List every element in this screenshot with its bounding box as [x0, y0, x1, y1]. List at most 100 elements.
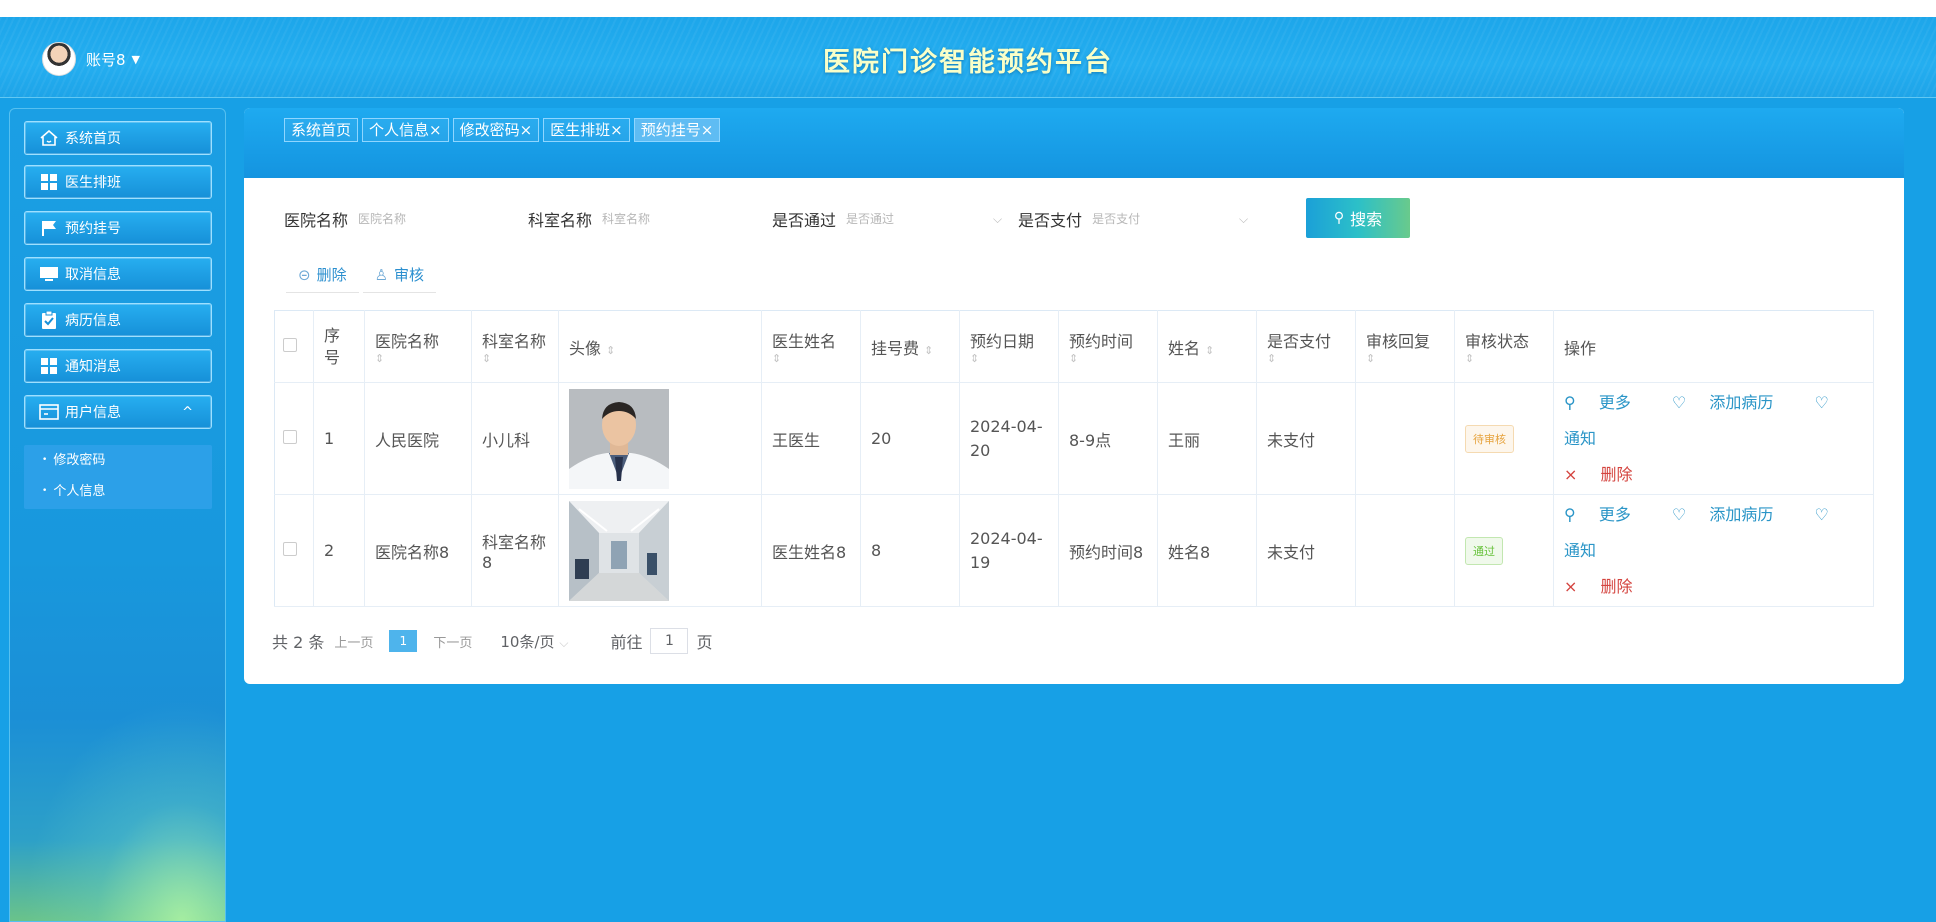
col-doctor-label: 医生姓名	[772, 332, 837, 351]
sidebar-item-label: 医生排班	[65, 175, 121, 191]
col-date-label: 预约日期	[970, 332, 1035, 351]
prev-page-button[interactable]: 上一页	[334, 632, 373, 651]
sort-icon[interactable]: ⇕	[375, 352, 461, 365]
tab-home[interactable]: 系统首页	[284, 118, 359, 142]
goto-label: 前往	[610, 633, 643, 652]
sort-icon[interactable]: ⇕	[1366, 352, 1444, 365]
col-paid[interactable]: 是否支付 ⇕	[1256, 310, 1356, 383]
select-all-cell[interactable]	[274, 310, 314, 383]
sort-icon[interactable]: ⇕	[1267, 352, 1345, 365]
chevron-up-icon[interactable]: ^	[182, 405, 193, 420]
pager-total: 共 2 条	[272, 633, 325, 652]
tab-schedule[interactable]: 医生排班×	[543, 118, 630, 142]
add-case-link[interactable]: ♡ 添加病历	[1672, 393, 1791, 412]
col-time-label: 预约时间	[1069, 332, 1134, 351]
sort-icon[interactable]: ⇕	[606, 344, 615, 357]
tab-profile[interactable]: 个人信息×	[362, 118, 449, 142]
col-fee[interactable]: 挂号费 ⇕	[860, 310, 960, 383]
dept-input[interactable]: 科室名称	[602, 202, 762, 236]
row-checkbox[interactable]	[283, 542, 297, 556]
sidebar-item-home[interactable]: 系统首页	[24, 121, 212, 155]
col-date[interactable]: 预约日期 ⇕	[959, 310, 1059, 383]
sort-icon[interactable]: ⇕	[1069, 352, 1147, 365]
table-row: 2 医院名称8 科室名称8 医生姓名8 8 2024-04-19 预约时间8 姓…	[274, 494, 1874, 607]
hospital-input[interactable]: 医院名称	[358, 202, 518, 236]
col-fee-label: 挂号费	[871, 338, 920, 358]
sort-icon[interactable]: ⇕	[1465, 352, 1543, 365]
row-name: 姓名8	[1157, 494, 1257, 607]
add-case-label: 添加病历	[1709, 392, 1774, 412]
notice-label: 通知	[1564, 540, 1597, 560]
col-hospital[interactable]: 医院名称 ⇕	[364, 310, 472, 383]
row-select-cell[interactable]	[274, 494, 314, 607]
sort-icon[interactable]: ⇕	[772, 352, 850, 365]
tab-booking[interactable]: 预约挂号×	[633, 118, 721, 142]
app-header: 账号8 ▼ 医院门诊智能预约平台	[0, 17, 1936, 98]
status-badge: 待审核	[1465, 424, 1514, 453]
col-status[interactable]: 审核状态 ⇕	[1454, 310, 1554, 383]
delete-label: 删除	[1600, 464, 1633, 484]
goto-input[interactable]: 1	[650, 628, 689, 654]
sidebar-item-label: 通知消息	[65, 359, 121, 375]
hospital-label: 医院名称	[284, 211, 349, 230]
heart-icon: ♡	[1814, 504, 1829, 524]
col-dept[interactable]: 科室名称 ⇕	[471, 310, 559, 383]
sort-icon[interactable]: ⇕	[970, 352, 1048, 365]
row-date: 2024-04-20	[959, 382, 1059, 495]
col-photo-label: 头像	[569, 338, 602, 358]
sidebar-item-notices[interactable]: 通知消息	[24, 349, 212, 383]
submenu-item-profile[interactable]: 个人信息	[24, 476, 212, 507]
delete-button[interactable]: ⊝ 删除	[286, 258, 359, 293]
row-paid: 未支付	[1256, 494, 1356, 607]
add-case-link[interactable]: ♡ 添加病历	[1672, 505, 1791, 524]
sort-icon[interactable]: ⇕	[482, 352, 548, 365]
col-doctor[interactable]: 医生姓名 ⇕	[761, 310, 861, 383]
row-ops: ⚲ 更多 ♡ 添加病历 ♡ 通知 × 删除	[1553, 494, 1874, 607]
row-select-cell[interactable]	[274, 382, 314, 495]
col-reply[interactable]: 审核回复 ⇕	[1355, 310, 1455, 383]
page-number-button[interactable]: 1	[389, 630, 418, 652]
sort-icon[interactable]: ⇕	[1205, 344, 1214, 357]
row-checkbox[interactable]	[283, 430, 297, 444]
audit-button[interactable]: ♙ 审核	[362, 258, 437, 293]
col-time[interactable]: 预约时间 ⇕	[1058, 310, 1158, 383]
search-icon: ⚲	[1333, 210, 1345, 226]
select-all-checkbox[interactable]	[283, 338, 297, 352]
row-name: 王丽	[1157, 382, 1257, 495]
next-page-button[interactable]: 下一页	[433, 632, 472, 651]
sidebar-item-schedule[interactable]: 医生排班	[24, 165, 212, 199]
heart-icon: ♡	[1671, 392, 1692, 412]
tab-change-password[interactable]: 修改密码×	[452, 118, 540, 142]
delete-link[interactable]: × 删除	[1564, 465, 1651, 484]
submenu-item-change-password[interactable]: 修改密码	[24, 445, 212, 476]
passed-select[interactable]: 是否通过	[846, 202, 1006, 236]
tab-bar: 系统首页 个人信息× 修改密码× 医生排班× 预约挂号×	[244, 108, 1904, 178]
paid-select[interactable]: 是否支付	[1092, 202, 1252, 236]
col-name[interactable]: 姓名 ⇕	[1157, 310, 1257, 383]
col-photo[interactable]: 头像 ⇕	[558, 310, 762, 383]
page-unit-label: 页	[696, 633, 713, 652]
sort-icon[interactable]: ⇕	[924, 344, 933, 357]
more-link[interactable]: ⚲ 更多	[1564, 505, 1649, 524]
sidebar-item-label: 系统首页	[65, 131, 121, 147]
sidebar-item-cancel[interactable]: 取消信息	[24, 257, 212, 291]
sidebar: 系统首页 医生排班 预约挂号 取消信息 病历信息 通知消息 用户信息 ^ 修改密…	[9, 108, 226, 922]
row-dept: 科室名称8	[471, 494, 559, 607]
more-link[interactable]: ⚲ 更多	[1564, 393, 1649, 412]
chevron-down-icon: ⌵	[559, 635, 569, 650]
sidebar-item-booking[interactable]: 预约挂号	[24, 211, 212, 245]
sidebar-item-user-info[interactable]: 用户信息 ^	[24, 395, 212, 429]
page-size-select[interactable]: 10条/页 ⌵	[500, 631, 568, 652]
user-icon: ♙	[374, 266, 389, 284]
col-hospital-label: 医院名称	[375, 332, 440, 351]
search-button[interactable]: ⚲ 搜索	[1306, 198, 1410, 238]
delete-link[interactable]: × 删除	[1564, 577, 1651, 596]
search-icon: ⚲	[1564, 504, 1581, 524]
col-ops: 操作	[1553, 310, 1874, 383]
monitor-icon	[39, 265, 59, 283]
row-date-label: 2024-04-20	[970, 416, 1043, 460]
col-reply-label: 审核回复	[1366, 332, 1431, 351]
col-index: 序号	[313, 310, 365, 383]
col-name-label: 姓名	[1168, 338, 1201, 358]
sidebar-item-records[interactable]: 病历信息	[24, 303, 212, 337]
